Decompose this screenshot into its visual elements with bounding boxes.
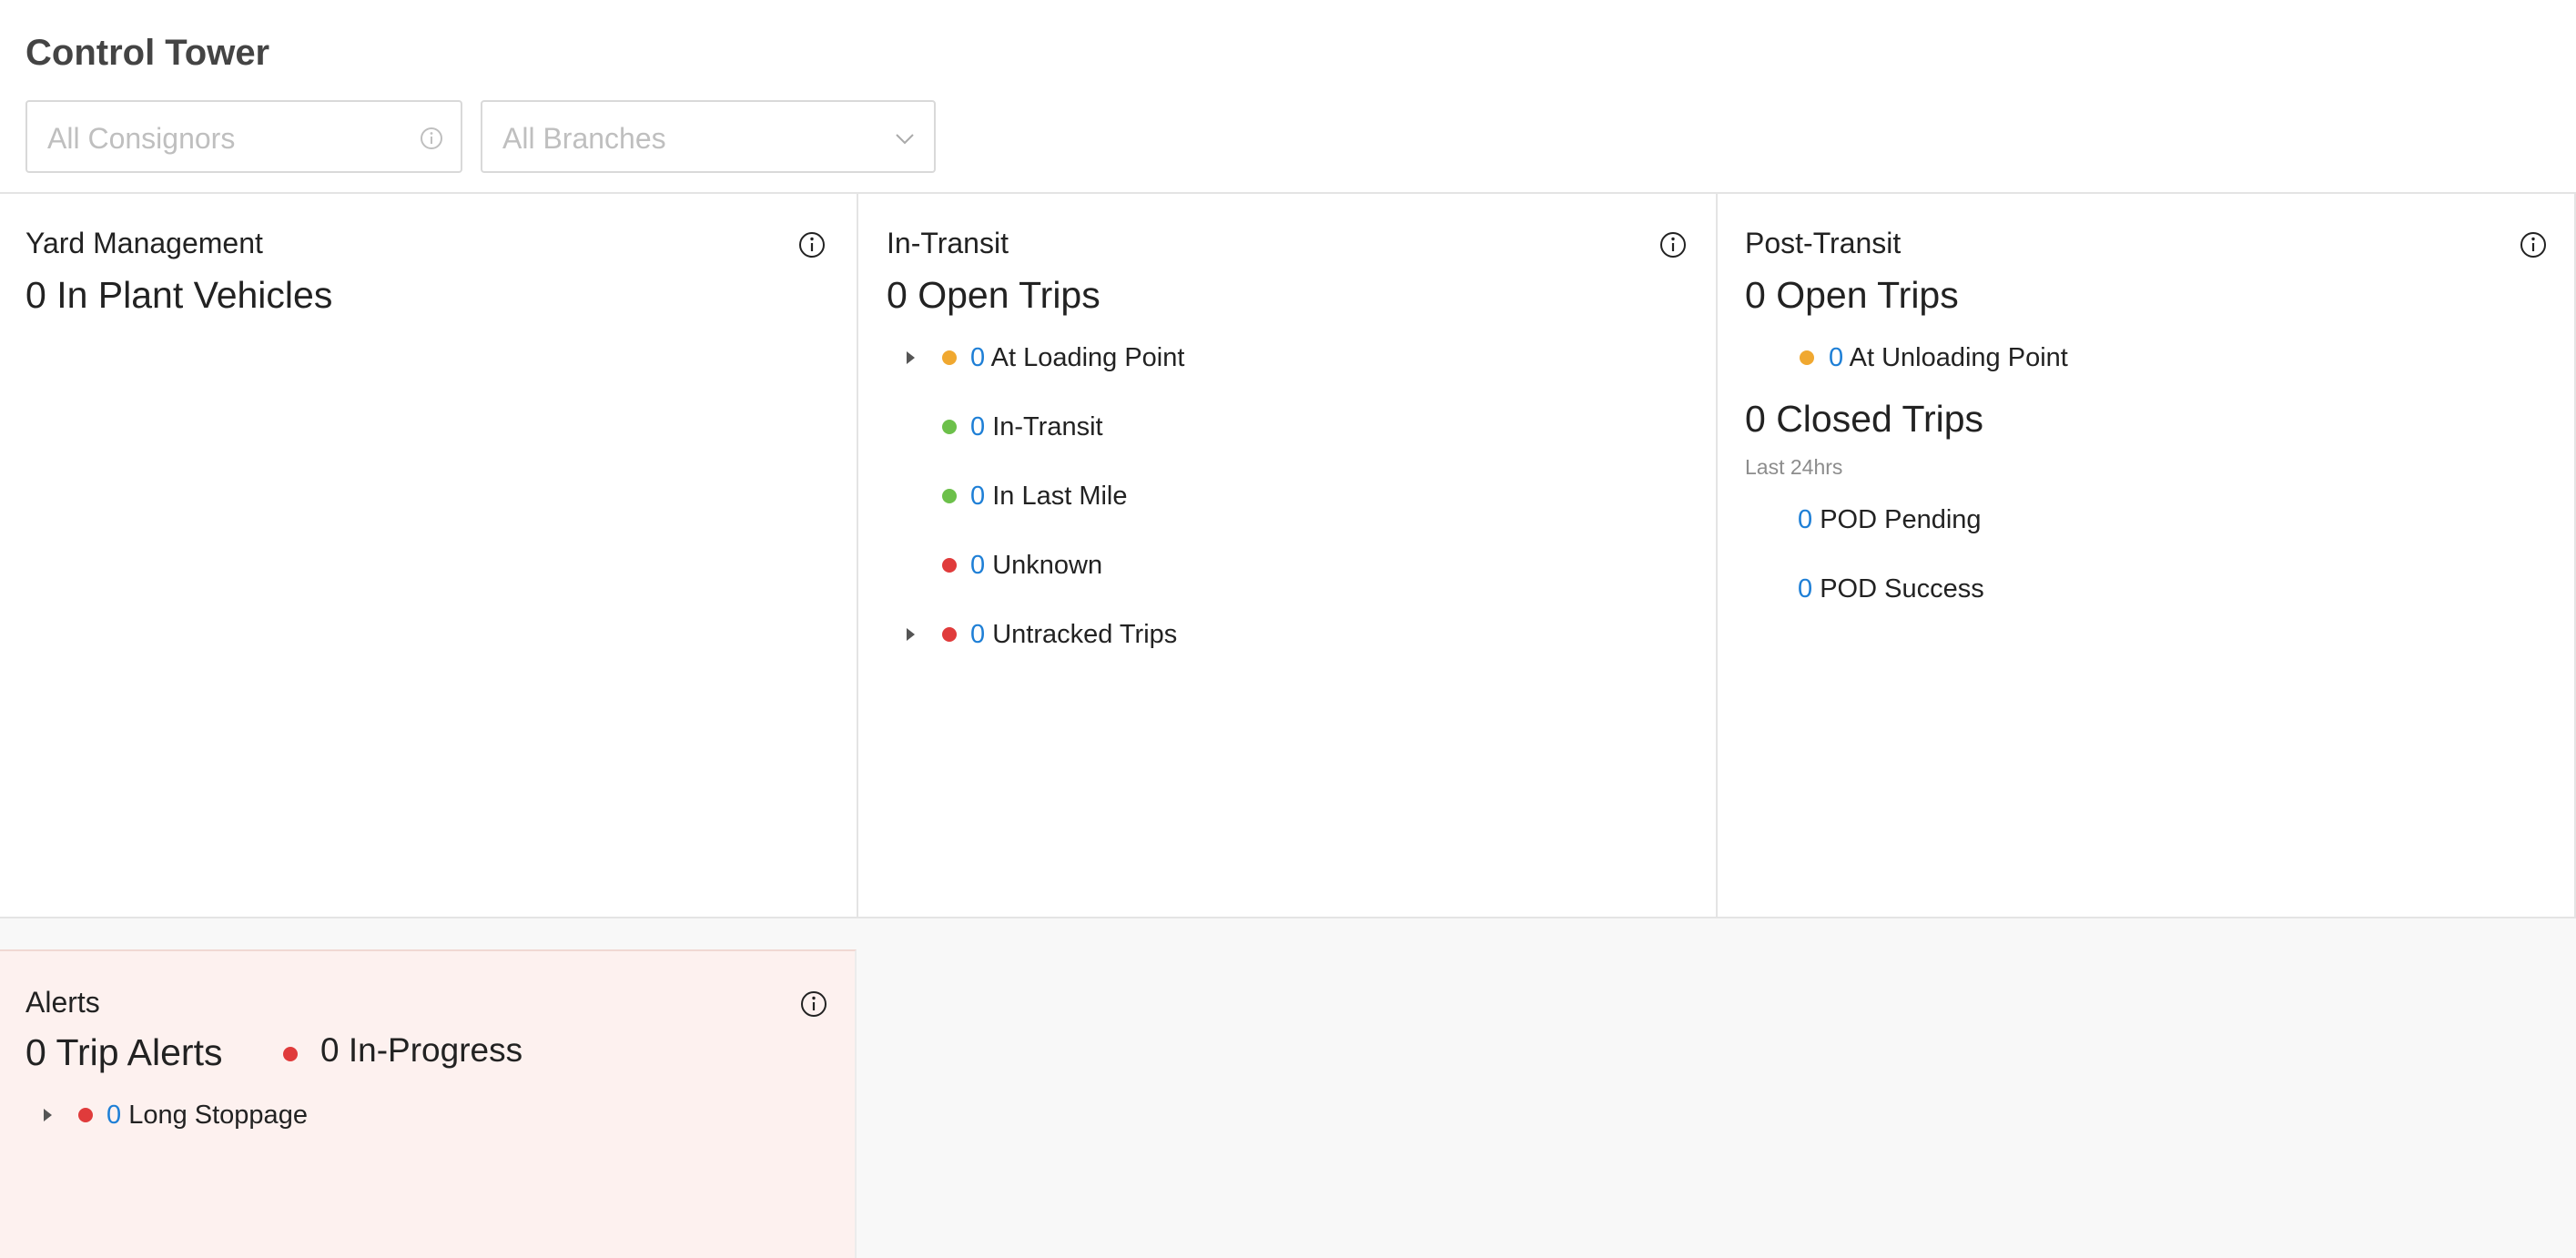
count[interactable]: 0 (970, 551, 985, 580)
list-item-in-last-mile[interactable]: 0 In Last Mile (887, 478, 1251, 514)
count[interactable]: 0 (1798, 574, 1812, 604)
count[interactable]: 0 (970, 620, 985, 649)
status-dot-icon (942, 350, 957, 365)
consignor-filter[interactable]: All Consignors (25, 100, 462, 173)
label: POD Pending (1820, 504, 1982, 534)
open-trips-count[interactable]: 0 Open Trips (1745, 274, 1959, 317)
panel-title: Post-Transit (1745, 227, 1902, 259)
yard-management-panel: Yard Management 0 In Plant Vehicles (0, 192, 857, 918)
label: At Unloading Point (1849, 342, 2068, 372)
status-dot-icon (942, 420, 957, 434)
info-icon[interactable] (799, 989, 828, 1019)
status-dot-icon (942, 489, 957, 503)
post-transit-panel: Post-Transit 0 Open Trips 0 At Unloading… (1716, 192, 2576, 918)
panel-title: Alerts (25, 986, 100, 1019)
page-title: Control Tower (25, 33, 270, 73)
status-dot-icon (942, 558, 957, 573)
count[interactable]: 0 (970, 412, 985, 441)
closed-trips-count[interactable]: 0 Closed Trips (1745, 398, 1983, 441)
info-icon[interactable] (797, 230, 827, 259)
caret-right-icon[interactable] (44, 1109, 52, 1121)
panel-title: Yard Management (25, 227, 263, 259)
caret-right-icon[interactable] (907, 351, 915, 364)
count[interactable]: 0 (970, 343, 985, 372)
status-dot-icon (283, 1047, 298, 1061)
label: Unknown (992, 550, 1103, 580)
list-item-long-stoppage[interactable]: 0 Long Stoppage (25, 1097, 481, 1133)
label: In-Transit (992, 411, 1103, 441)
status-dot-icon (78, 1108, 93, 1122)
status-dot-icon (942, 627, 957, 642)
label: Untracked Trips (992, 619, 1178, 649)
panel-title: In-Transit (887, 227, 1009, 259)
open-trips-count[interactable]: 0 Open Trips (887, 274, 1100, 317)
list-item-at-unloading-point[interactable]: 0 At Unloading Point (1745, 340, 2200, 376)
label: POD Success (1820, 573, 1984, 604)
label: Long Stoppage (128, 1100, 308, 1130)
list-item-untracked-trips[interactable]: 0 Untracked Trips (887, 616, 1251, 653)
caret-right-icon[interactable] (907, 628, 915, 641)
in-plant-vehicles-count[interactable]: 0 In Plant Vehicles (25, 274, 332, 317)
list-item-at-loading-point[interactable]: 0 At Loading Point (887, 340, 1251, 376)
count[interactable]: 0 (106, 1101, 121, 1130)
alerts-panel: Alerts 0 Trip Alerts 0 In-Progress 0 Lon… (0, 949, 857, 1258)
in-transit-panel: In-Transit 0 Open Trips 0 At Loading Poi… (857, 192, 1716, 918)
branch-filter[interactable]: All Branches (481, 100, 936, 173)
info-icon[interactable] (1658, 230, 1688, 259)
trip-alerts-count[interactable]: 0 Trip Alerts (25, 1031, 222, 1074)
list-item-in-transit[interactable]: 0 In-Transit (887, 409, 1251, 445)
list-item-pod-pending[interactable]: 0 POD Pending (1745, 502, 2200, 538)
label: At Loading Point (990, 342, 1185, 372)
label: In Last Mile (992, 481, 1128, 511)
count[interactable]: 0 (970, 482, 985, 511)
header-bar: Control Tower All Consignors All Branche… (0, 0, 2576, 192)
status-dot-icon (1800, 350, 1814, 365)
closed-trips-period: Last 24hrs (1745, 455, 1843, 479)
in-progress-count[interactable]: 0 In-Progress (320, 1031, 522, 1070)
count[interactable]: 0 (1798, 505, 1812, 534)
list-item-pod-success[interactable]: 0 POD Success (1745, 571, 2200, 607)
info-icon[interactable] (2519, 230, 2548, 259)
branch-filter-placeholder: All Branches (502, 122, 666, 155)
list-item-unknown[interactable]: 0 Unknown (887, 547, 1251, 583)
count[interactable]: 0 (1829, 343, 1843, 372)
consignor-filter-placeholder: All Consignors (47, 122, 236, 155)
info-icon[interactable] (419, 126, 444, 151)
chevron-down-icon[interactable] (892, 126, 918, 151)
